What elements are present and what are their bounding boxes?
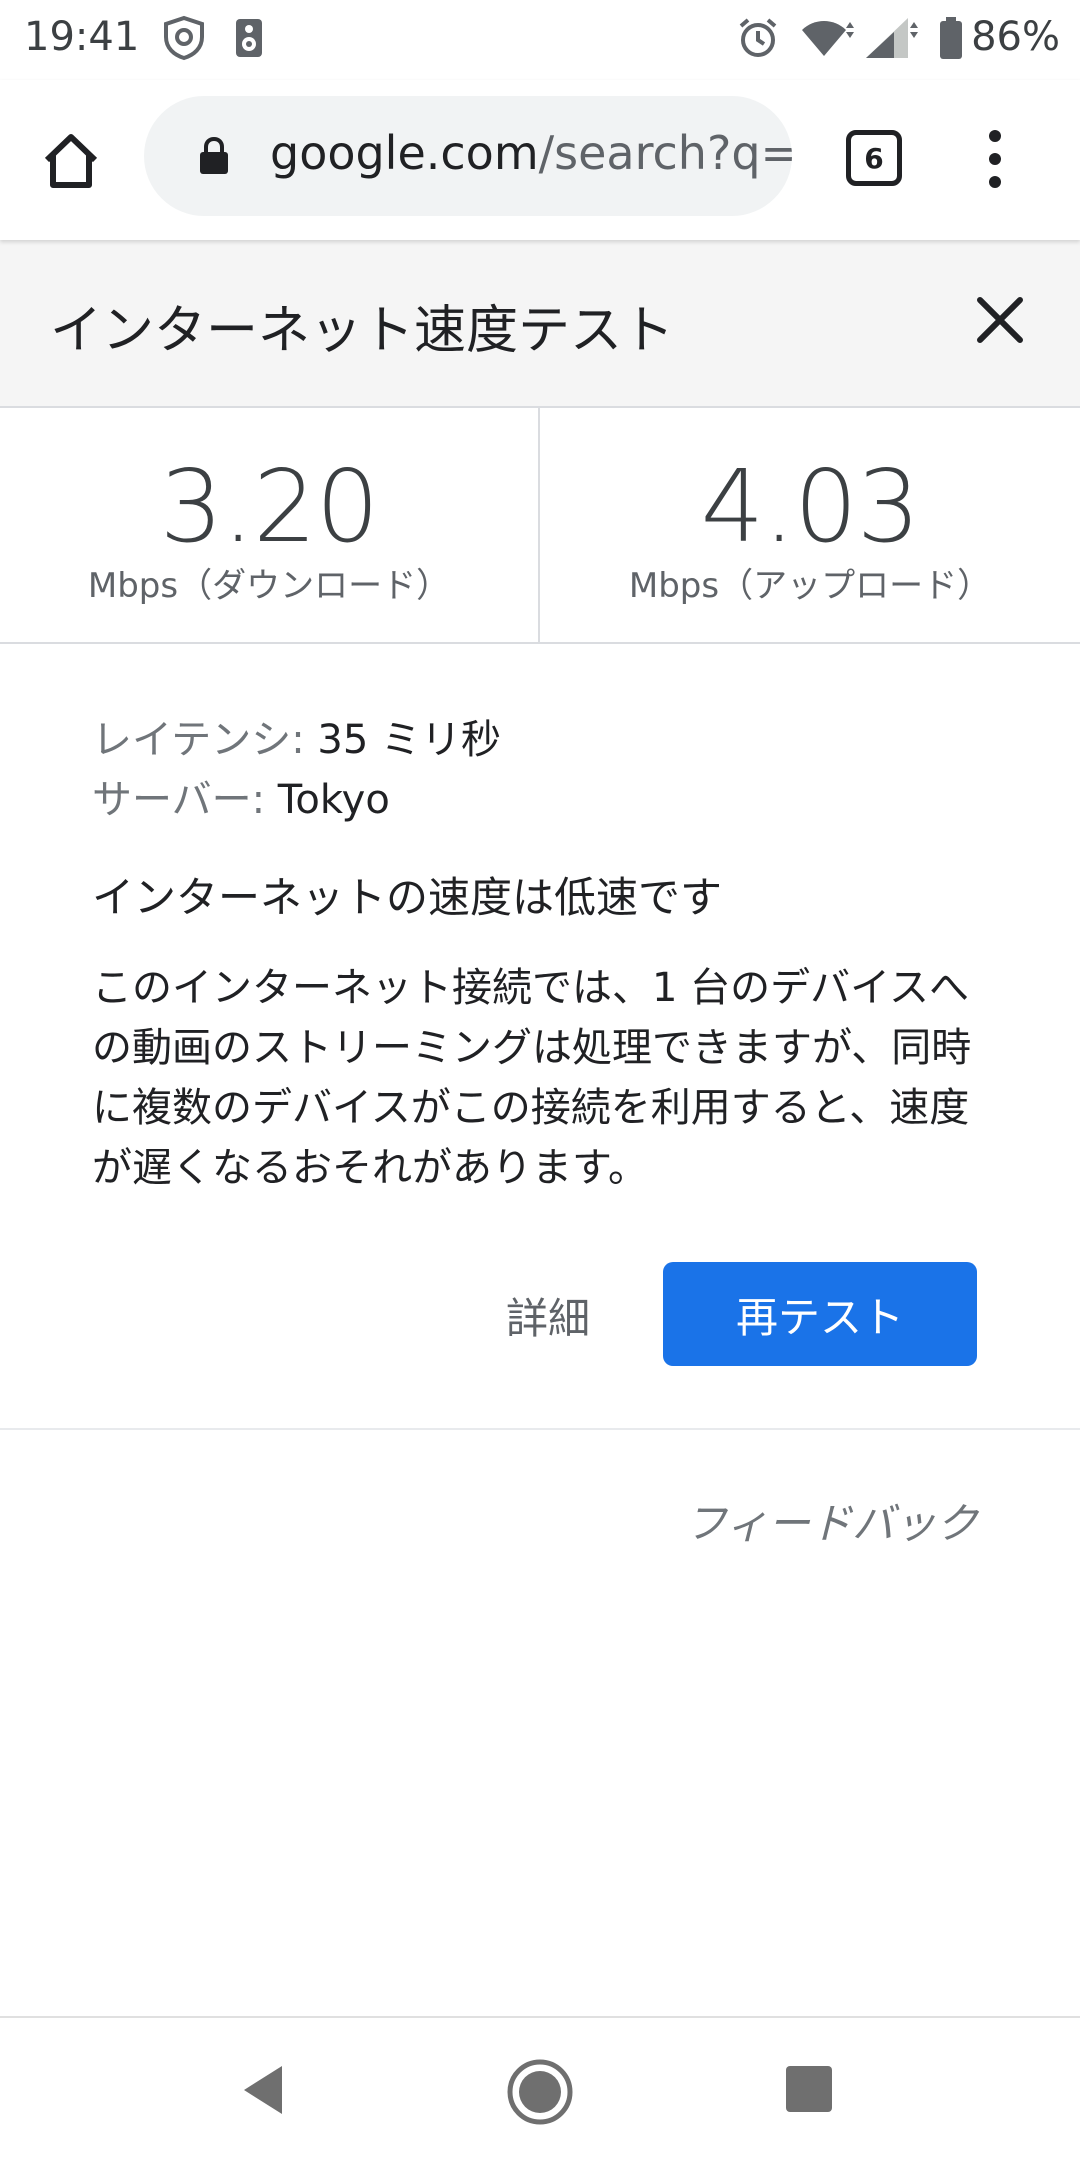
status-bar: 19:41 86%: [0, 0, 1080, 80]
battery-icon: [938, 14, 964, 62]
details-link[interactable]: 詳細: [506, 1285, 590, 1346]
more-vert-icon[interactable]: [978, 124, 1012, 194]
battery-percent: 86%: [971, 14, 1060, 60]
divider: [0, 1428, 1080, 1430]
latency-value: 35 ミリ秒: [304, 717, 502, 763]
lock-icon: [200, 136, 228, 174]
test-details: レイテンシ: 35 ミリ秒 サーバー: Tokyo インターネットの速度は低速で…: [92, 710, 1012, 1198]
address-bar[interactable]: google.com/search?q=: [144, 96, 792, 216]
latency-line: レイテンシ: 35 ミリ秒: [92, 710, 1012, 770]
download-unit: Mbps（ダウンロード）: [87, 566, 451, 606]
wifi-icon: [800, 14, 856, 62]
tab-count: 6: [864, 141, 884, 175]
download-result: 3.20 Mbps（ダウンロード）: [0, 408, 540, 644]
server-label: サーバー:: [92, 777, 266, 823]
speed-test-header: インターネット速度テスト: [0, 240, 1080, 408]
url-host: google.com: [270, 126, 539, 180]
home-circle-icon[interactable]: [506, 2058, 574, 2126]
speaker-icon: [234, 14, 264, 62]
card-title: インターネット速度テスト: [50, 301, 675, 361]
recents-icon[interactable]: [786, 2066, 832, 2112]
browser-toolbar: google.com/search?q= 6: [0, 80, 1080, 240]
tabs-icon[interactable]: 6: [846, 130, 902, 186]
latency-label: レイテンシ:: [92, 717, 305, 763]
upload-value: 4.03: [700, 448, 921, 565]
download-value: 3.20: [159, 448, 380, 565]
speed-summary: インターネットの速度は低速です: [92, 873, 723, 922]
upload-unit: Mbps（アップロード）: [628, 566, 992, 606]
shield-icon: [162, 14, 206, 62]
close-icon[interactable]: [972, 292, 1028, 348]
speed-results: 3.20 Mbps（ダウンロード） 4.03 Mbps（アップロード）: [0, 408, 1080, 644]
home-icon: [44, 134, 98, 188]
speed-description: このインターネット接続では、1 台のデバイスへの動画のストリーミングは処理できま…: [92, 965, 972, 1191]
system-nav-bar: [0, 2016, 1080, 2160]
url-path: /search?q=: [538, 126, 792, 180]
server-line: サーバー: Tokyo: [92, 770, 1012, 830]
alarm-icon: [736, 14, 780, 62]
back-icon[interactable]: [240, 2064, 286, 2116]
upload-result: 4.03 Mbps（アップロード）: [540, 408, 1080, 644]
home-button[interactable]: [34, 126, 108, 196]
url-text: google.com/search?q=: [270, 126, 792, 180]
signal-icon: [864, 14, 920, 62]
retest-button[interactable]: 再テスト: [663, 1262, 977, 1366]
feedback-link[interactable]: フィードバック: [685, 1490, 978, 1551]
status-time: 19:41: [24, 14, 140, 60]
server-value: Tokyo: [265, 777, 390, 823]
